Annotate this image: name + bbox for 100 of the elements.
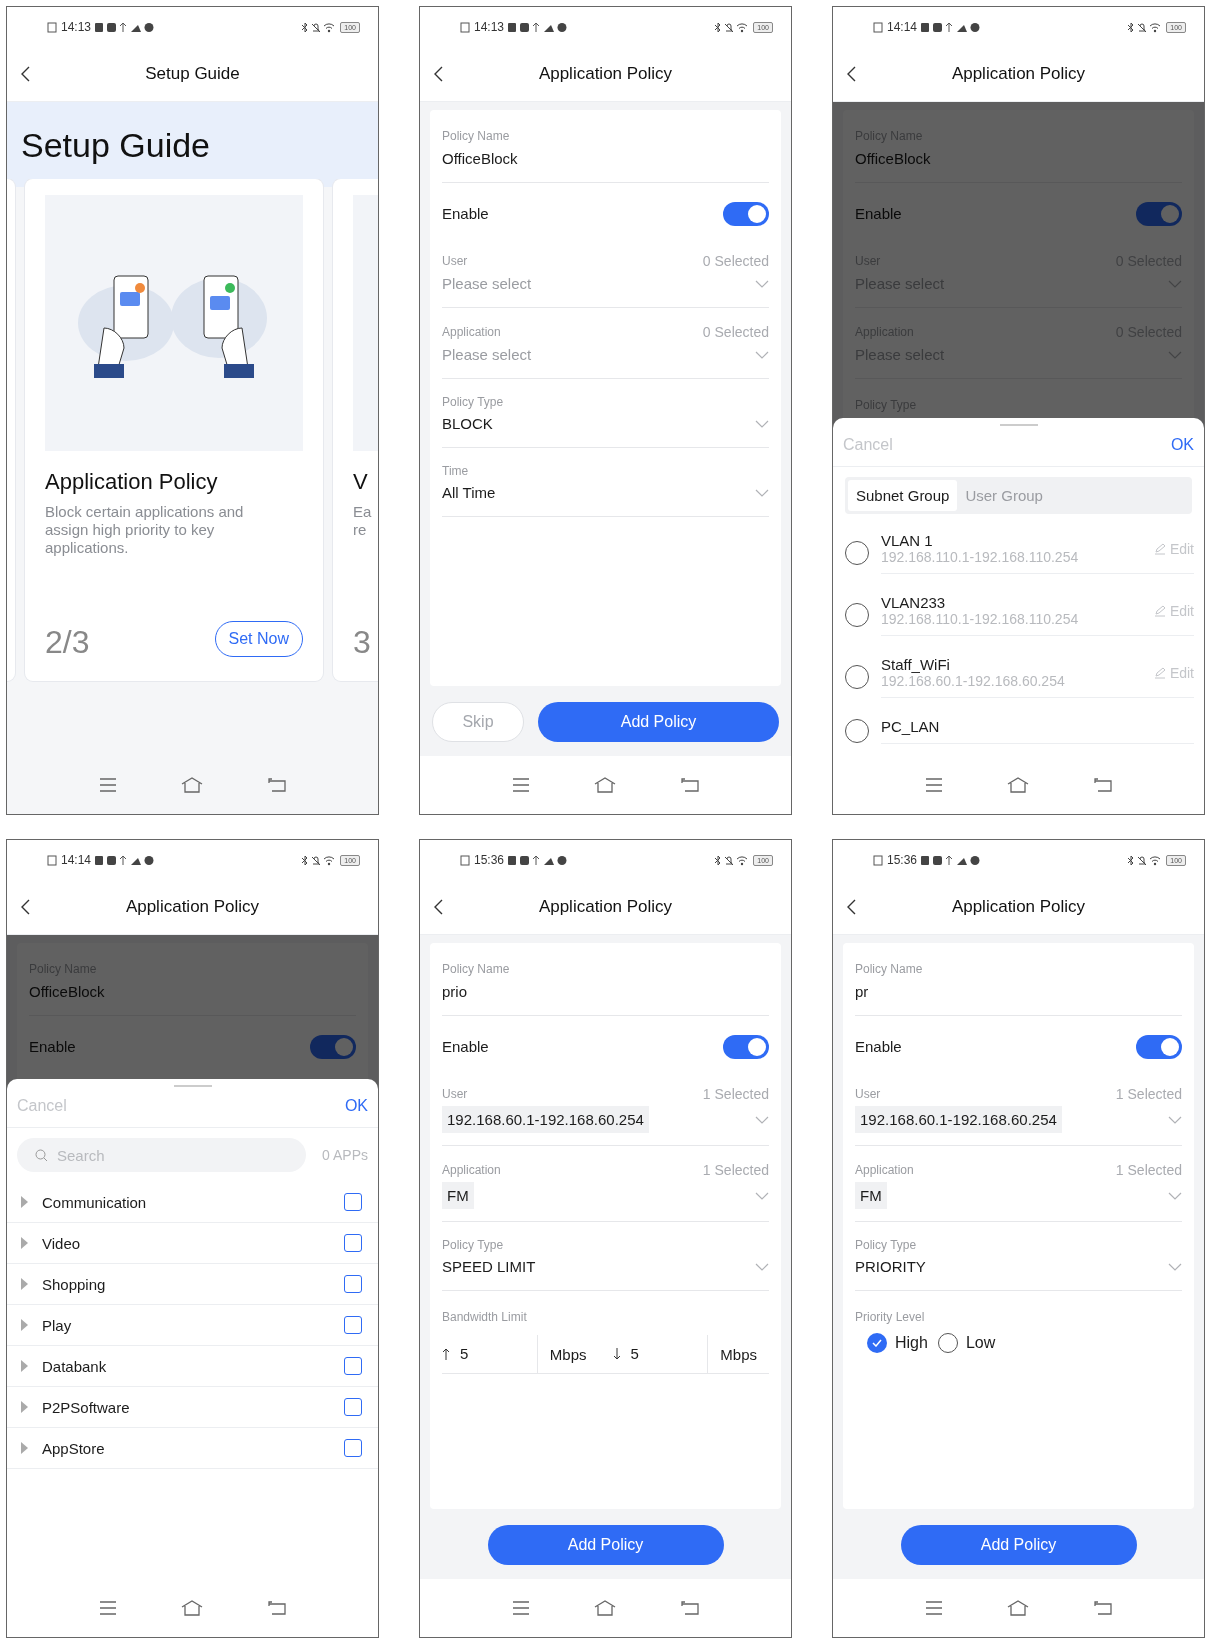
add-policy-button[interactable]: Add Policy xyxy=(487,1525,724,1565)
ok-button[interactable]: OK xyxy=(344,1097,368,1115)
status-time: 14:14 xyxy=(61,853,92,867)
radio-button[interactable] xyxy=(867,1333,887,1353)
field-label: Policy Name xyxy=(442,962,510,976)
back-icon[interactable] xyxy=(680,1601,699,1615)
radio-button[interactable] xyxy=(845,603,869,627)
group-tab[interactable]: User Group xyxy=(957,480,1051,511)
back-icon[interactable] xyxy=(267,1601,286,1615)
radio-button[interactable] xyxy=(845,719,869,743)
policy-name-field[interactable]: prio xyxy=(442,983,467,1000)
checkbox[interactable] xyxy=(344,1275,362,1293)
checkbox[interactable] xyxy=(344,1234,362,1252)
home-icon[interactable] xyxy=(594,1600,617,1616)
checkbox[interactable] xyxy=(344,1439,362,1457)
ip-range: 192.168.60.1-192.168.60.254 xyxy=(881,673,1065,689)
field-label: Enable xyxy=(442,204,489,224)
search-field[interactable]: Search xyxy=(17,1138,307,1172)
menu-icon[interactable] xyxy=(512,1601,531,1615)
home-icon[interactable] xyxy=(594,777,617,793)
radio-button[interactable] xyxy=(937,1333,958,1353)
page-title: Application Policy xyxy=(538,897,673,917)
ok-button[interactable]: OK xyxy=(1170,436,1194,454)
ip-range: 192.168.110.1-192.168.110.254 xyxy=(881,549,1079,565)
category-label: Play xyxy=(42,1316,73,1334)
field-label: Policy Type xyxy=(442,395,504,409)
upload-limit-field[interactable]: 5 xyxy=(460,1339,469,1369)
notification-icons-drawing xyxy=(508,21,569,33)
status-icons-drawing xyxy=(713,21,750,33)
home-icon[interactable] xyxy=(1007,1600,1030,1616)
select-field[interactable]: Please select xyxy=(442,269,532,299)
field-label: Priority Level xyxy=(855,1310,925,1324)
download-limit-field[interactable]: 5 xyxy=(630,1339,639,1369)
select-field[interactable]: Please select xyxy=(442,340,532,370)
home-icon[interactable] xyxy=(181,1600,204,1616)
select-field[interactable]: BLOCK xyxy=(442,409,493,439)
menu-icon[interactable] xyxy=(925,778,944,792)
enable-toggle[interactable] xyxy=(1136,1035,1182,1059)
card-title: V xyxy=(353,469,368,495)
app-count: 0 APPs xyxy=(322,1147,368,1163)
group-tab[interactable]: Subnet Group xyxy=(848,480,958,511)
page-title: Application Policy xyxy=(538,64,673,84)
add-policy-button[interactable]: Add Policy xyxy=(538,702,779,742)
back-icon[interactable] xyxy=(680,778,699,792)
chevron-down-icon xyxy=(755,1263,769,1271)
add-policy-button[interactable]: Add Policy xyxy=(900,1525,1137,1565)
enable-toggle[interactable] xyxy=(723,1035,769,1059)
back-icon[interactable] xyxy=(267,778,286,792)
arrow-down-icon xyxy=(612,1348,621,1360)
select-field[interactable]: SPEED LIMIT xyxy=(442,1252,536,1282)
chevron-down-icon xyxy=(1168,1191,1182,1200)
field-label: Application xyxy=(442,325,501,339)
status-icons-drawing xyxy=(460,21,470,33)
menu-icon[interactable] xyxy=(925,1601,944,1615)
radio-button[interactable] xyxy=(845,541,869,565)
page-title: Application Policy xyxy=(951,64,1086,84)
checkbox[interactable] xyxy=(344,1357,362,1375)
home-icon[interactable] xyxy=(181,777,204,793)
card-description: Ea xyxy=(353,503,372,521)
checkbox[interactable] xyxy=(344,1398,362,1416)
menu-icon[interactable] xyxy=(512,778,531,792)
checkbox[interactable] xyxy=(344,1316,362,1334)
checkbox[interactable] xyxy=(344,1193,362,1211)
select-field[interactable]: All Time xyxy=(442,478,496,508)
field-label: Application xyxy=(855,1163,914,1177)
back-icon[interactable] xyxy=(1093,1601,1112,1615)
status-time: 14:14 xyxy=(887,20,918,34)
chevron-down-icon xyxy=(755,489,769,497)
category-label: Communication xyxy=(42,1193,148,1211)
select-field[interactable]: PRIORITY xyxy=(855,1252,926,1282)
chevron-down-icon xyxy=(755,351,769,359)
status-icons-drawing xyxy=(300,854,337,866)
policy-name-field[interactable]: pr xyxy=(855,983,869,1000)
status-icons-drawing xyxy=(1126,854,1163,866)
radio-button[interactable] xyxy=(845,665,869,689)
notification-icons-drawing xyxy=(95,854,156,866)
selected-count: 0 Selected xyxy=(702,253,769,269)
menu-icon[interactable] xyxy=(99,778,118,792)
enable-toggle[interactable] xyxy=(723,202,769,226)
step-counter: 3 xyxy=(353,624,371,661)
field-label: Time xyxy=(442,464,469,478)
category-label: Databank xyxy=(42,1357,108,1375)
pencil-icon xyxy=(1153,666,1166,679)
selected-count: 0 Selected xyxy=(702,324,769,340)
policy-name-field[interactable]: OfficeBlock xyxy=(29,983,105,1000)
enable-toggle[interactable] xyxy=(310,1035,356,1059)
enable-toggle[interactable] xyxy=(1136,202,1182,226)
pencil-icon xyxy=(1153,604,1166,617)
set-now-button[interactable]: Set Now xyxy=(214,621,303,657)
field-label: User xyxy=(442,254,468,268)
policy-name-field[interactable]: OfficeBlock xyxy=(855,150,931,167)
home-icon[interactable] xyxy=(1007,777,1030,793)
group-name: PC_LAN xyxy=(881,718,940,735)
back-icon[interactable] xyxy=(1093,778,1112,792)
notification-icons-drawing xyxy=(921,854,982,866)
chevron-down-icon xyxy=(755,280,769,288)
menu-icon[interactable] xyxy=(99,1601,118,1615)
category-label: P2PSoftware xyxy=(42,1398,131,1416)
card-description: re xyxy=(353,521,367,539)
policy-name-field[interactable]: OfficeBlock xyxy=(442,150,518,167)
